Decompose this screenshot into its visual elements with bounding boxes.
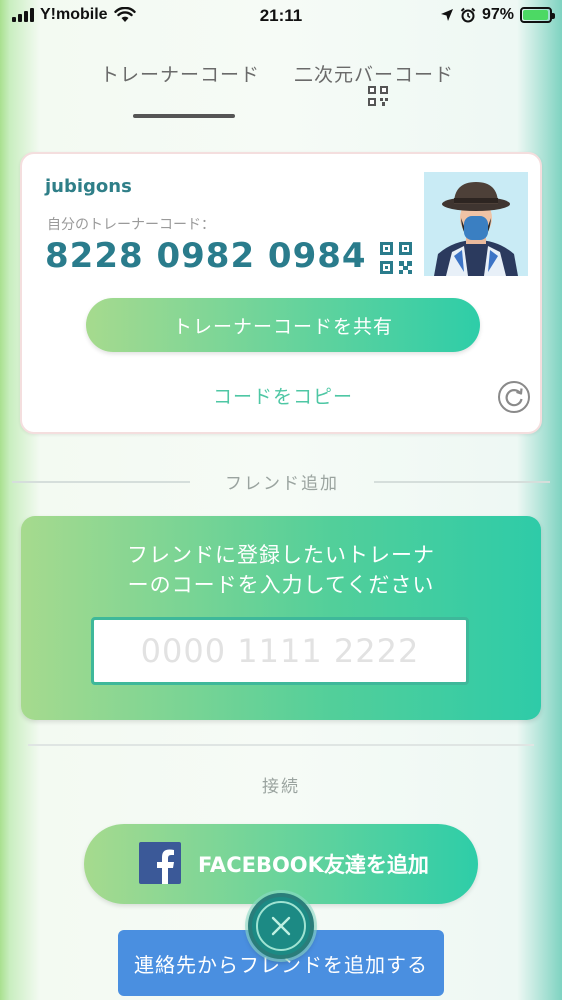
close-button[interactable]: [248, 893, 314, 959]
share-trainer-code-button[interactable]: トレーナーコードを共有: [86, 298, 480, 352]
battery-fill: [523, 10, 549, 20]
trainer-name: jubigons: [45, 176, 132, 197]
tab-bar: トレーナーコード 二次元バーコード: [0, 54, 562, 124]
avatar-image: [424, 172, 528, 276]
battery-icon: [520, 7, 555, 23]
refresh-icon[interactable]: [497, 380, 531, 414]
location-arrow-icon: [440, 9, 453, 21]
tab-trainer-code[interactable]: トレーナーコード: [100, 60, 260, 87]
add-facebook-friends-button[interactable]: FACEBOOK友達を追加: [84, 824, 478, 904]
friend-add-title: フレンド追加: [225, 474, 339, 494]
friend-add-panel: フレンドに登録したいトレーナ ーのコードを入力してください: [21, 516, 541, 720]
instruction-line-2: ーのコードを入力してください: [127, 573, 435, 597]
battery-percent: 97%: [481, 6, 514, 23]
trainer-avatar: [424, 172, 528, 276]
copy-code-link[interactable]: コードをコピー: [22, 382, 544, 409]
qr-code-icon[interactable]: [380, 242, 412, 274]
active-tab-indicator: [133, 114, 235, 118]
connect-divider: [28, 744, 534, 746]
status-right: 97%: [440, 6, 555, 24]
divider-right: [374, 481, 550, 483]
alarm-icon: [460, 7, 476, 23]
trainer-code: 8228 0982 0984: [45, 236, 367, 276]
trainer-code-label: 自分のトレーナーコード：: [47, 217, 215, 233]
facebook-button-label: FACEBOOK友達を追加: [198, 853, 429, 877]
instruction-line-1: フレンドに登録したいトレーナ: [127, 543, 435, 567]
status-bar: Y!mobile 21:11 97%: [0, 0, 562, 34]
trainer-card: jubigons 自分のトレーナーコード： 8228 0982 0984 トレー…: [20, 152, 542, 434]
divider-left: [12, 481, 190, 483]
friend-add-instruction: フレンドに登録したいトレーナ ーのコードを入力してください: [21, 540, 541, 600]
qr-code-icon[interactable]: [368, 86, 388, 106]
tab-qr-code[interactable]: 二次元バーコード: [294, 60, 454, 87]
connect-title: 接続: [262, 777, 300, 797]
friend-code-input[interactable]: [91, 617, 469, 685]
close-icon: [256, 901, 306, 951]
facebook-icon: [139, 842, 181, 884]
